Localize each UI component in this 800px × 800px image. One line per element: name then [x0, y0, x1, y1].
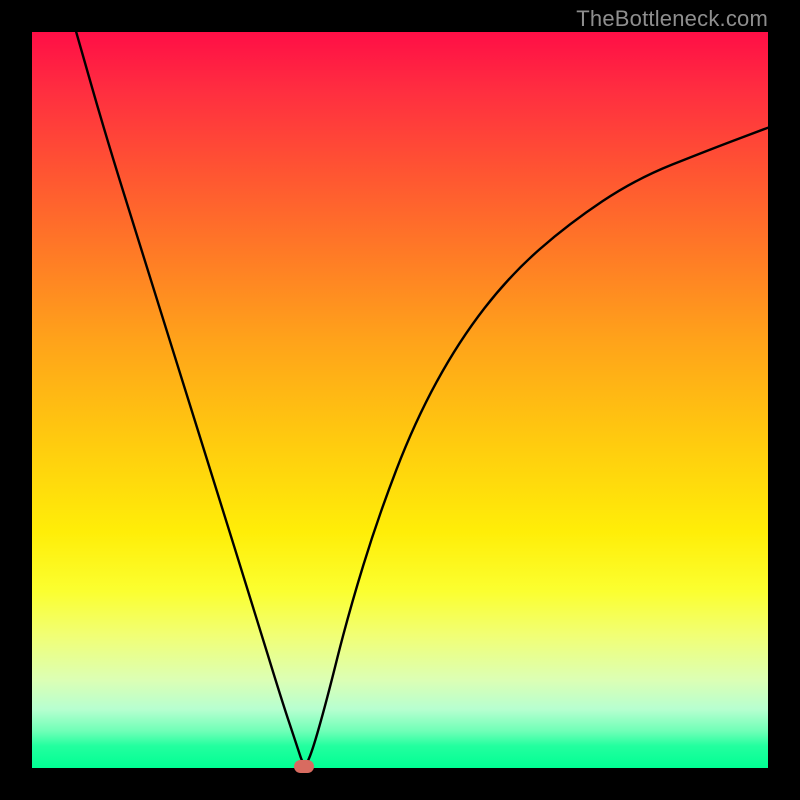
chart-plot-area: [32, 32, 768, 768]
watermark-text: TheBottleneck.com: [576, 6, 768, 32]
optimal-marker: [294, 760, 314, 773]
bottleneck-curve-path: [76, 32, 768, 764]
curve-svg: [32, 32, 768, 768]
chart-frame: TheBottleneck.com: [0, 0, 800, 800]
